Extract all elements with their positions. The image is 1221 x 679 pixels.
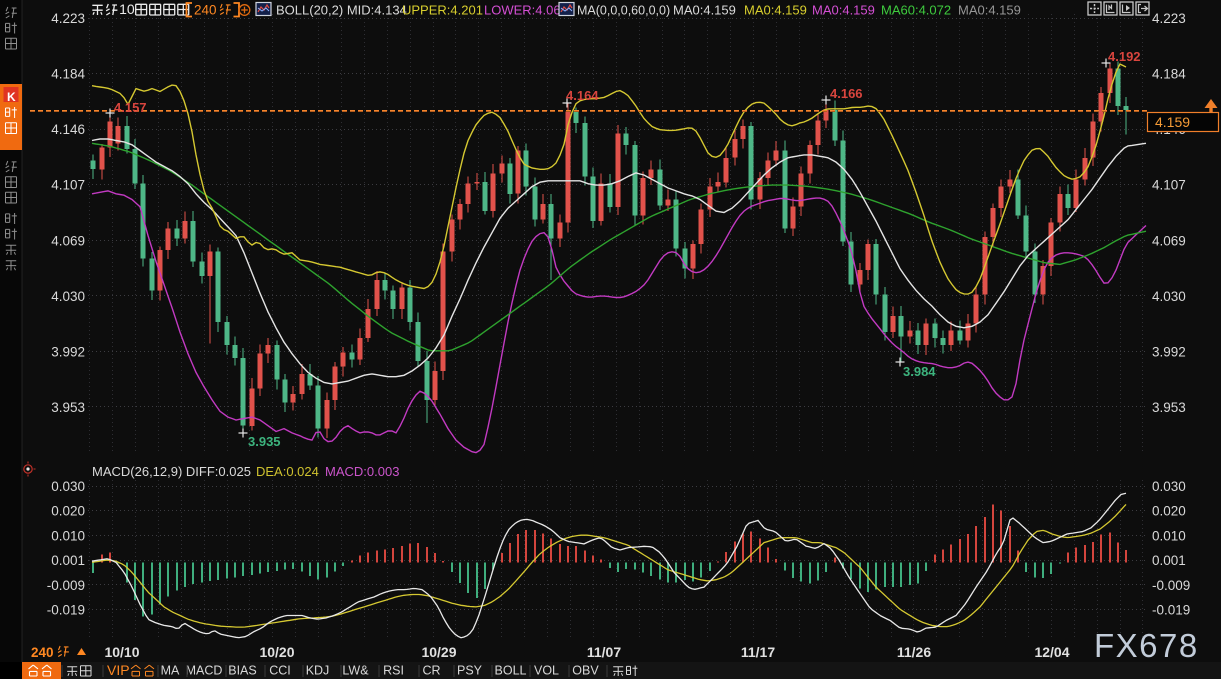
svg-text:0.030: 0.030 [1152, 479, 1186, 494]
svg-text:LW&: LW& [342, 664, 369, 678]
svg-text:10/29: 10/29 [421, 644, 456, 660]
svg-text:-0.019: -0.019 [47, 603, 85, 618]
svg-text:-0.009: -0.009 [1152, 578, 1190, 593]
svg-text:240: 240 [31, 645, 54, 660]
svg-text:4.184: 4.184 [1152, 67, 1186, 82]
svg-text:DEA:0.024: DEA:0.024 [256, 464, 319, 479]
svg-text:RSI: RSI [383, 664, 404, 678]
svg-text:MA60:4.072: MA60:4.072 [881, 3, 951, 18]
svg-text:-0.009: -0.009 [47, 578, 85, 593]
svg-text:4.166: 4.166 [830, 86, 863, 101]
svg-text:BOLL: BOLL [495, 664, 527, 678]
svg-text:10: 10 [119, 1, 135, 17]
svg-text:UPPER:4.201: UPPER:4.201 [402, 3, 483, 18]
svg-text:4.146: 4.146 [51, 122, 85, 137]
svg-text:10/10: 10/10 [104, 644, 139, 660]
svg-text:3.953: 3.953 [51, 400, 85, 415]
svg-text:4.192: 4.192 [1108, 49, 1141, 64]
svg-text:240: 240 [194, 3, 217, 18]
svg-text:MACD:0.003: MACD:0.003 [325, 464, 399, 479]
svg-text:4.030: 4.030 [51, 289, 85, 304]
svg-text:10/20: 10/20 [259, 644, 294, 660]
svg-text:VOL: VOL [534, 664, 559, 678]
svg-text:MA0:4.159: MA0:4.159 [812, 3, 875, 18]
svg-text:KDJ: KDJ [306, 664, 330, 678]
svg-text:MA0:4.159: MA0:4.159 [744, 3, 807, 18]
svg-text:0.001: 0.001 [1152, 553, 1186, 568]
svg-text:MA0:4.159: MA0:4.159 [673, 3, 736, 18]
svg-text:4.107: 4.107 [1152, 178, 1186, 193]
svg-text:OBV: OBV [572, 664, 599, 678]
svg-text:CCI: CCI [269, 664, 291, 678]
svg-text:4.107: 4.107 [51, 178, 85, 193]
svg-text:0.020: 0.020 [51, 504, 85, 519]
svg-text:0.010: 0.010 [51, 528, 85, 543]
svg-text:4.223: 4.223 [1152, 11, 1186, 26]
svg-text:0.010: 0.010 [1152, 528, 1186, 543]
svg-text:BOLL(20,2) MID:4.134: BOLL(20,2) MID:4.134 [276, 3, 407, 18]
svg-text:FX678: FX678 [1094, 627, 1199, 664]
svg-text:BIAS: BIAS [228, 664, 257, 678]
svg-text:3.935: 3.935 [248, 434, 281, 449]
svg-text:MA0:4.159: MA0:4.159 [958, 3, 1021, 18]
svg-text:0.020: 0.020 [1152, 504, 1186, 519]
svg-text:11/07: 11/07 [587, 644, 621, 660]
svg-text:MACD(26,12,9) DIFF:0.025: MACD(26,12,9) DIFF:0.025 [92, 464, 251, 479]
svg-text:4.157: 4.157 [114, 100, 147, 115]
svg-text:3.992: 3.992 [51, 344, 85, 359]
svg-text:11/26: 11/26 [897, 644, 931, 660]
svg-text:VIP: VIP [107, 662, 130, 678]
svg-text:MACD: MACD [186, 664, 223, 678]
svg-text:4.159: 4.159 [1155, 114, 1190, 130]
svg-text:3.984: 3.984 [903, 364, 936, 379]
svg-text:4.164: 4.164 [566, 88, 599, 103]
svg-text:4.030: 4.030 [1152, 289, 1186, 304]
svg-text:4.069: 4.069 [51, 233, 85, 248]
svg-text:K: K [7, 90, 16, 104]
svg-text:0.030: 0.030 [51, 479, 85, 494]
svg-text:3.953: 3.953 [1152, 400, 1186, 415]
svg-text:PSY: PSY [457, 664, 483, 678]
svg-text:CR: CR [422, 664, 440, 678]
svg-text:4.069: 4.069 [1152, 233, 1186, 248]
svg-text:-0.019: -0.019 [1152, 603, 1190, 618]
svg-text:11/17: 11/17 [741, 644, 775, 660]
svg-text:MA: MA [161, 664, 180, 678]
svg-text:12/04: 12/04 [1034, 644, 1069, 660]
svg-text:3.992: 3.992 [1152, 344, 1186, 359]
svg-text:0.001: 0.001 [51, 553, 85, 568]
svg-text:LOWER:4.067: LOWER:4.067 [484, 3, 568, 18]
svg-text:4.184: 4.184 [51, 67, 85, 82]
svg-text:MA(0,0,0,60,0,0): MA(0,0,0,60,0,0) [577, 4, 670, 18]
svg-text:4.223: 4.223 [51, 11, 85, 26]
